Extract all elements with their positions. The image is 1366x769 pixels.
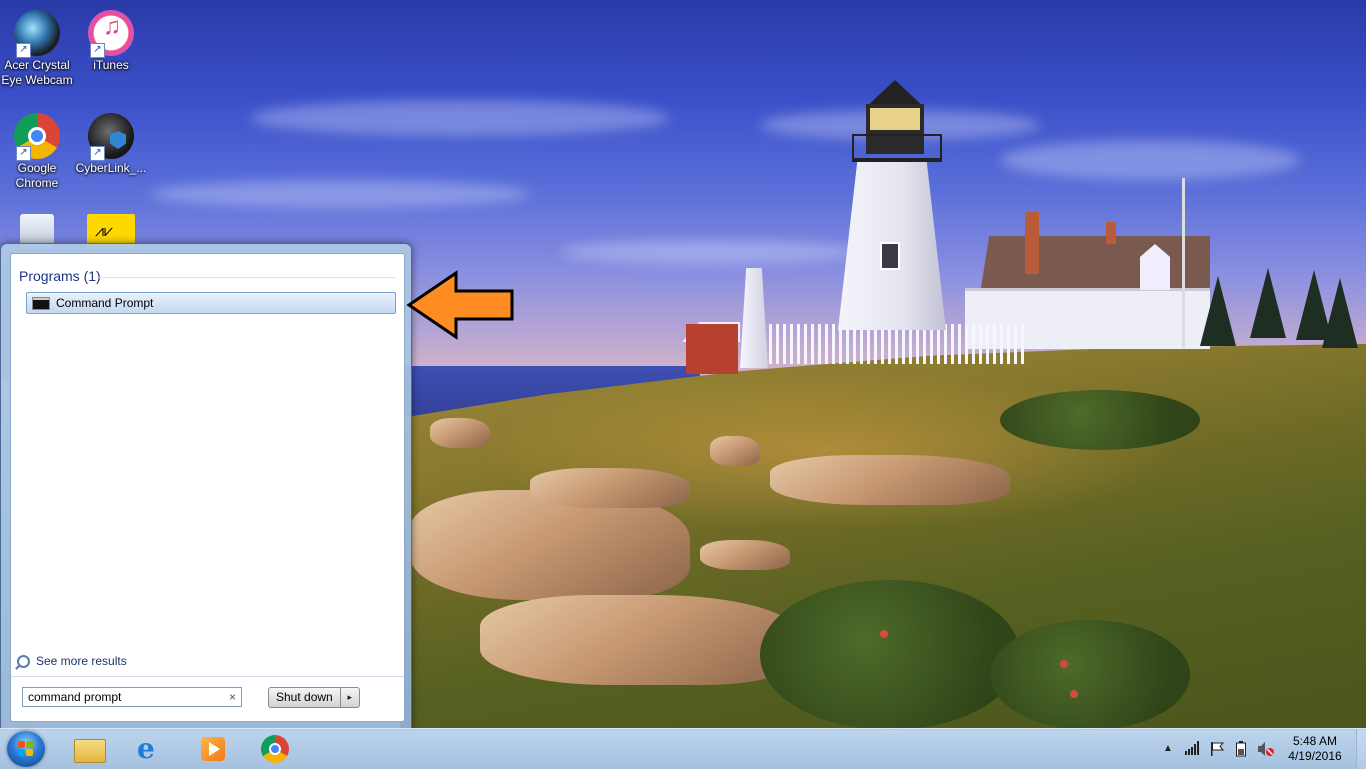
desktop-icon-chrome[interactable]: ↗ Google Chrome — [0, 113, 74, 191]
media-player-icon — [201, 737, 225, 761]
start-button[interactable] — [7, 731, 45, 767]
chrome-icon — [261, 735, 289, 763]
desktop-icon-cyberlink[interactable]: ↗ CyberLink_... — [74, 113, 148, 176]
itunes-icon: ♫ ↗ — [88, 10, 134, 58]
see-more-label: See more results — [36, 654, 127, 668]
shutdown-control: Shut down ▸ — [268, 687, 360, 708]
programs-group-header[interactable]: Programs (1) — [19, 268, 101, 284]
taskbar: e ▲ 5:48 AM 4/19/2016 — [0, 728, 1366, 769]
windows-logo-icon — [18, 741, 34, 757]
internet-explorer-icon: e — [137, 732, 155, 765]
taskbar-internet-explorer[interactable]: e — [135, 733, 167, 765]
chrome-icon: ↗ — [14, 113, 60, 161]
desktop-icon-label: CyberLink_... — [75, 161, 147, 175]
volume-muted-icon[interactable] — [1257, 741, 1275, 760]
start-search-input[interactable]: command prompt × — [22, 687, 242, 707]
search-results-pane: Programs (1) Command Prompt See more res… — [10, 253, 405, 722]
show-desktop-button[interactable] — [1356, 729, 1366, 769]
chevron-right-icon: ▸ — [347, 692, 352, 702]
shortcut-arrow-icon: ↗ — [90, 43, 105, 58]
result-command-prompt[interactable]: Command Prompt — [26, 292, 396, 314]
webcam-icon: ↗ — [14, 10, 60, 58]
shortcut-arrow-icon: ↗ — [16, 43, 31, 58]
show-hidden-icons-icon[interactable]: ▲ — [1163, 743, 1173, 754]
desktop-icon-label: iTunes — [93, 58, 129, 72]
taskbar-clock[interactable]: 5:48 AM 4/19/2016 — [1280, 734, 1350, 764]
network-signal-icon[interactable] — [1184, 741, 1200, 758]
clock-time: 5:48 AM — [1292, 734, 1338, 748]
cyberlink-icon: ↗ — [88, 113, 134, 161]
see-more-results-link[interactable]: See more results — [17, 654, 127, 668]
taskbar-chrome[interactable] — [259, 733, 291, 765]
taskbar-explorer[interactable] — [72, 733, 106, 765]
clear-search-icon[interactable]: × — [229, 690, 236, 704]
desktop-icon-label: Acer Crystal Eye Webcam — [1, 58, 73, 87]
shutdown-options-button[interactable]: ▸ — [339, 687, 360, 708]
shortcut-arrow-icon: ↗ — [16, 146, 31, 161]
action-center-flag-icon[interactable] — [1209, 741, 1225, 760]
group-divider — [99, 277, 395, 278]
desktop-icon-itunes[interactable]: ♫ ↗ iTunes — [74, 10, 148, 73]
search-icon — [17, 654, 30, 668]
windows-explorer-icon — [74, 739, 106, 763]
clock-date: 4/19/2016 — [1288, 749, 1342, 763]
start-menu: Programs (1) Command Prompt See more res… — [0, 243, 412, 730]
taskbar-media-player[interactable] — [197, 733, 229, 765]
shutdown-button[interactable]: Shut down — [268, 687, 340, 708]
battery-icon[interactable] — [1235, 741, 1247, 760]
search-input-value: command prompt — [28, 690, 122, 704]
cmd-icon — [32, 296, 50, 310]
result-label: Command Prompt — [56, 296, 154, 310]
desktop-icon-label: Google Chrome — [15, 161, 59, 190]
desktop-icon-webcam[interactable]: ↗ Acer Crystal Eye Webcam — [0, 10, 74, 88]
footer-divider — [11, 676, 404, 677]
annotation-arrow-icon — [406, 270, 514, 340]
shortcut-arrow-icon: ↗ — [90, 146, 105, 161]
